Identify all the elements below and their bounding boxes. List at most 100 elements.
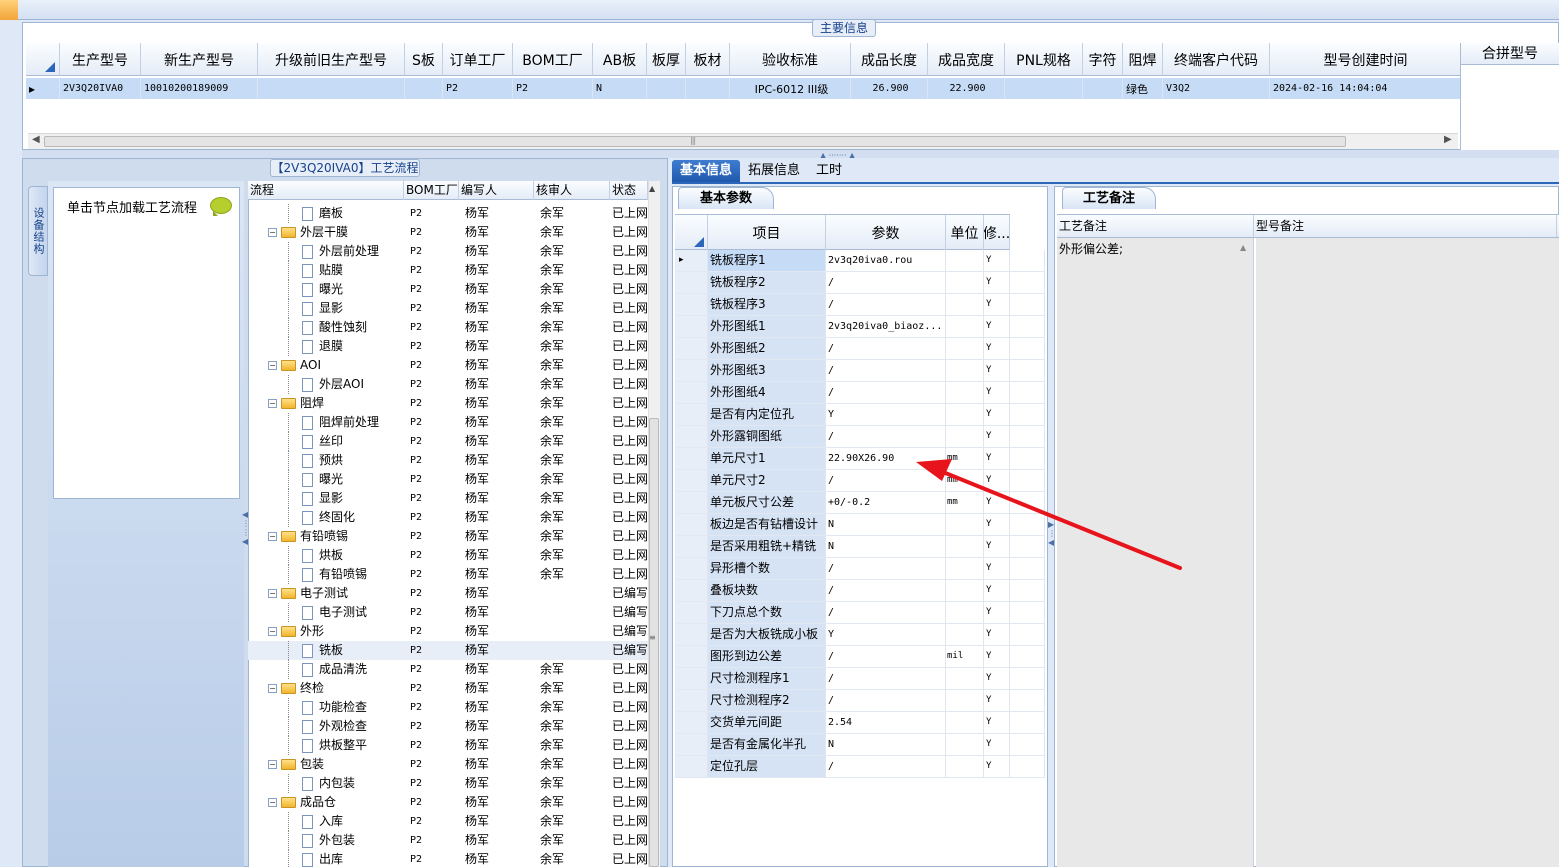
- collapse-icon[interactable]: −: [268, 798, 277, 807]
- collapse-icon[interactable]: −: [268, 361, 277, 370]
- merge-model-header[interactable]: 合拼型号: [1461, 43, 1559, 65]
- main-cell[interactable]: 2024-02-16 14:04:04: [1270, 78, 1462, 99]
- collapse-icon[interactable]: −: [268, 684, 277, 693]
- tab-1[interactable]: 拓展信息: [740, 160, 808, 182]
- main-cell[interactable]: N: [593, 78, 647, 99]
- tree-node[interactable]: 显影: [248, 299, 404, 318]
- tree-step-row[interactable]: 酸性蚀刻 P2 杨军 余军 已上网: [248, 318, 648, 337]
- tree-step-row[interactable]: 丝印 P2 杨军 余军 已上网: [248, 432, 648, 451]
- tree-step-row[interactable]: 曝光 P2 杨军 余军 已上网: [248, 470, 648, 489]
- main-cell[interactable]: [647, 78, 686, 99]
- param-value[interactable]: /: [826, 668, 946, 689]
- param-value[interactable]: 2v3q20iva0_biaoz...: [826, 316, 946, 337]
- tree-step-row[interactable]: 有铅喷锡 P2 杨军 余军 已上网: [248, 565, 648, 584]
- param-row[interactable]: 定位孔层 / Y: [675, 756, 1045, 778]
- row-selector-icon[interactable]: [675, 470, 708, 491]
- main-cell[interactable]: [686, 78, 730, 99]
- main-col-header[interactable]: 阻焊: [1123, 43, 1163, 76]
- param-value[interactable]: /: [826, 338, 946, 359]
- param-value[interactable]: N: [826, 514, 946, 535]
- main-col-header[interactable]: BOM工厂: [513, 43, 593, 76]
- tree-folder-row[interactable]: − 外层干膜 P2 杨军 余军 已上网: [248, 223, 648, 242]
- param-value[interactable]: /: [826, 272, 946, 293]
- tree-node[interactable]: − 电子测试: [248, 584, 404, 603]
- tree-node[interactable]: − AOI: [248, 356, 404, 375]
- process-notes-title[interactable]: 工艺备注: [1062, 187, 1156, 209]
- tree-node[interactable]: − 有铅喷锡: [248, 527, 404, 546]
- scroll-left-icon[interactable]: ◀: [32, 134, 40, 145]
- param-value[interactable]: /: [826, 690, 946, 711]
- horizontal-splitter[interactable]: [22, 150, 1559, 158]
- tree-step-row[interactable]: 磨板 P2 杨军 余军 已上网: [248, 204, 648, 223]
- tree-node[interactable]: 酸性蚀刻: [248, 318, 404, 337]
- tree-node[interactable]: 磨板: [248, 204, 404, 223]
- row-selector-icon[interactable]: [675, 690, 708, 711]
- param-value[interactable]: /: [826, 426, 946, 447]
- main-col-header[interactable]: S板: [405, 43, 443, 76]
- main-col-header[interactable]: 新生产型号: [141, 43, 258, 76]
- tree-node[interactable]: 外层前处理: [248, 242, 404, 261]
- param-value[interactable]: +0/-0.2: [826, 492, 946, 513]
- basic-params-title[interactable]: 基本参数: [678, 187, 774, 209]
- param-value[interactable]: N: [826, 734, 946, 755]
- param-row[interactable]: 铣板程序2/ Y: [675, 272, 1045, 294]
- tab-0[interactable]: 基本信息: [672, 160, 741, 182]
- tree-node[interactable]: 功能检查: [248, 698, 404, 717]
- collapse-icon[interactable]: −: [268, 399, 277, 408]
- tree-node[interactable]: 退膜: [248, 337, 404, 356]
- tree-node[interactable]: − 终检: [248, 679, 404, 698]
- tree-folder-row[interactable]: − 包装 P2 杨军 余军 已上网: [248, 755, 648, 774]
- param-row[interactable]: 单元板尺寸公差 +0/-0.2 mm Y: [675, 492, 1045, 514]
- param-value[interactable]: /: [826, 470, 946, 491]
- main-col-header[interactable]: 板厚: [647, 43, 686, 76]
- param-value[interactable]: Y: [826, 624, 946, 645]
- tree-node[interactable]: 烘板整平: [248, 736, 404, 755]
- tree-col-header[interactable]: 编写人: [459, 181, 534, 200]
- tree-folder-row[interactable]: − AOI P2 杨军 余军 已上网: [248, 356, 648, 375]
- tree-step-row[interactable]: 电子测试 P2 杨军 已编写: [248, 603, 648, 622]
- tree-node[interactable]: 外包装: [248, 831, 404, 850]
- tree-folder-row[interactable]: − 有铅喷锡 P2 杨军 余军 已上网: [248, 527, 648, 546]
- main-cell[interactable]: 10010200189009: [141, 78, 258, 99]
- tree-node[interactable]: 出库: [248, 850, 404, 867]
- row-selector-icon[interactable]: ▸: [26, 78, 60, 99]
- row-selector-icon[interactable]: [675, 294, 708, 315]
- main-col-header[interactable]: 成品宽度: [928, 43, 1005, 76]
- tree-node[interactable]: 终固化: [248, 508, 404, 527]
- param-value[interactable]: Y: [826, 404, 946, 425]
- main-col-header[interactable]: PNL规格: [1005, 43, 1083, 76]
- param-row[interactable]: 外形图纸3/ Y: [675, 360, 1045, 382]
- tree-step-row[interactable]: 外层前处理 P2 杨军 余军 已上网: [248, 242, 648, 261]
- param-value[interactable]: N: [826, 536, 946, 557]
- tree-step-row[interactable]: 阻焊前处理 P2 杨军 余军 已上网: [248, 413, 648, 432]
- tree-step-row[interactable]: 内包装 P2 杨军 余军 已上网: [248, 774, 648, 793]
- param-value[interactable]: /: [826, 382, 946, 403]
- param-row[interactable]: ▸ 铣板程序1 2v3q20iva0.rou Y: [675, 250, 1045, 272]
- param-row[interactable]: 图形到边公差 / mil Y: [675, 646, 1045, 668]
- tree-step-row[interactable]: 外观检查 P2 杨军 余军 已上网: [248, 717, 648, 736]
- row-selector-icon[interactable]: [675, 712, 708, 733]
- tree-node[interactable]: 外观检查: [248, 717, 404, 736]
- tree-folder-row[interactable]: − 电子测试 P2 杨军 已编写: [248, 584, 648, 603]
- main-col-header[interactable]: 订单工厂: [443, 43, 513, 76]
- tree-node[interactable]: 铣板: [248, 641, 404, 660]
- tree-node[interactable]: − 阻焊: [248, 394, 404, 413]
- param-value[interactable]: /: [826, 558, 946, 579]
- param-value[interactable]: /: [826, 294, 946, 315]
- row-selector-icon[interactable]: [675, 272, 708, 293]
- param-row[interactable]: 交货单元间距 2.54 Y: [675, 712, 1045, 734]
- scroll-right-icon[interactable]: ▶: [1444, 134, 1452, 145]
- tree-node[interactable]: 电子测试: [248, 603, 404, 622]
- collapse-icon[interactable]: −: [268, 760, 277, 769]
- row-selector-icon[interactable]: [675, 580, 708, 601]
- main-cell[interactable]: 26.900: [851, 78, 928, 99]
- param-row[interactable]: 尺寸检测程序1/ Y: [675, 668, 1045, 690]
- param-row[interactable]: 外形图纸2/ Y: [675, 338, 1045, 360]
- row-selector-icon[interactable]: [675, 448, 708, 469]
- main-col-header[interactable]: 生产型号: [60, 43, 141, 76]
- side-tab-equipment[interactable]: 设备结构: [28, 186, 48, 276]
- row-selector-icon[interactable]: [675, 514, 708, 535]
- param-col-header[interactable]: 参数: [826, 215, 946, 250]
- tree-node[interactable]: − 包装: [248, 755, 404, 774]
- tree-node[interactable]: 有铅喷锡: [248, 565, 404, 584]
